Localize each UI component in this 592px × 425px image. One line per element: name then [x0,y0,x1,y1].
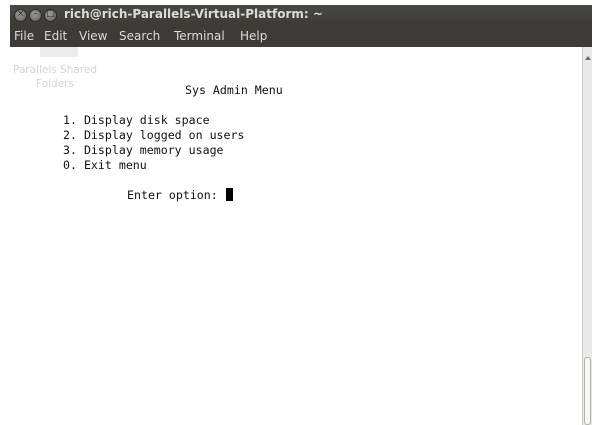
menu-bar: File Edit View Search Terminal Help [10,26,592,47]
shared-folder-icon [40,47,78,57]
maximize-button[interactable]: □ [44,9,57,22]
prompt-line: Enter option: [127,188,233,203]
window-title: rich@rich-Parallels-Virtual-Platform: ~ [64,7,323,21]
minimize-icon: – [33,9,38,19]
menu-edit[interactable]: Edit [44,29,67,43]
menu-option-3: 3. Display memory usage [63,143,224,157]
menu-option-0: 0. Exit menu [63,158,147,172]
menu-heading: Sys Admin Menu [185,83,283,97]
prompt-text: Enter option: [127,188,218,202]
menu-help[interactable]: Help [240,29,267,43]
shared-folder-label-line1: Parallels Shared [12,64,98,76]
title-bar[interactable]: × – □ rich@rich-Parallels-Virtual-Platfo… [10,5,592,26]
shared-folder-label: Parallels Shared Folders [10,63,100,91]
scroll-thumb[interactable] [584,357,591,425]
shared-folder-label-line2: Folders [36,78,74,90]
text-cursor [225,188,233,201]
menu-terminal[interactable]: Terminal [174,29,225,43]
terminal-window: × – □ rich@rich-Parallels-Virtual-Platfo… [10,5,592,425]
vertical-scrollbar[interactable] [582,47,592,425]
minimize-button[interactable]: – [29,9,42,22]
scroll-up-icon[interactable] [585,56,591,60]
menu-view[interactable]: View [79,29,107,43]
menu-option-2: 2. Display logged on users [63,128,245,142]
close-icon: × [16,9,25,19]
menu-search[interactable]: Search [119,29,160,43]
maximize-icon: □ [46,9,55,19]
menu-option-1: 1. Display disk space [63,113,210,127]
close-button[interactable]: × [14,9,27,22]
menu-file[interactable]: File [14,29,34,43]
terminal-area[interactable]: Parallels Shared Folders Sys Admin Menu … [10,47,582,425]
